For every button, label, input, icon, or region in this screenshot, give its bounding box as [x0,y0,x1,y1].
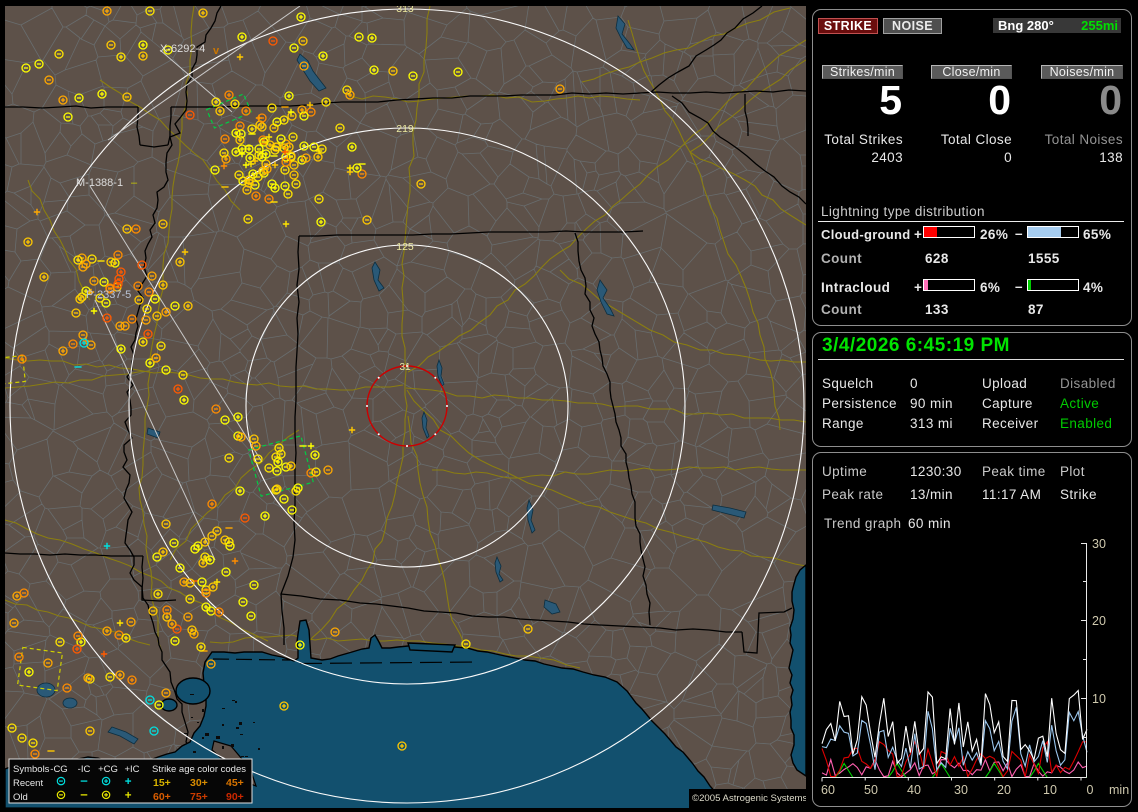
svg-text:75+: 75+ [190,791,208,803]
svg-text:+CG: +CG [98,764,118,775]
svg-text:©2005 Astrogenic Systems: ©2005 Astrogenic Systems [692,793,806,804]
svg-text:10: 10 [1092,692,1106,706]
svg-text:313: 313 [396,6,414,15]
svg-text:31: 31 [399,362,411,373]
svg-text:–: – [131,177,138,189]
svg-text:45+: 45+ [226,777,244,789]
svg-text:Symbols: Symbols [13,764,50,775]
svg-text:-IC: -IC [78,764,91,775]
svg-text:30: 30 [1092,537,1106,551]
svg-text:60: 60 [821,783,835,797]
svg-text:+IC: +IC [124,764,139,775]
svg-text:10: 10 [1043,783,1057,797]
svg-text:Strike age color codes: Strike age color codes [152,764,246,775]
svg-text:30: 30 [954,783,968,797]
svg-text:50: 50 [864,783,878,797]
svg-text:15+: 15+ [153,777,171,789]
svg-text:60+: 60+ [153,791,171,803]
svg-text:219: 219 [396,123,414,135]
svg-text:-CG: -CG [50,764,67,775]
svg-text:125: 125 [396,241,414,253]
svg-text:Old: Old [13,792,28,803]
svg-text:X-6292-4: X-6292-4 [160,43,205,55]
svg-text:min: min [1109,783,1129,797]
svg-text:20: 20 [1092,614,1106,628]
svg-text:20: 20 [997,783,1011,797]
svg-text:v: v [213,45,220,57]
svg-text:P-2337-5: P-2337-5 [86,289,131,301]
svg-text:90+: 90+ [226,791,244,803]
svg-text:0: 0 [1087,783,1094,797]
svg-text:40: 40 [907,783,921,797]
svg-text:M-1388-1: M-1388-1 [76,177,123,189]
svg-text:Recent: Recent [13,778,43,789]
svg-text:30+: 30+ [190,777,208,789]
